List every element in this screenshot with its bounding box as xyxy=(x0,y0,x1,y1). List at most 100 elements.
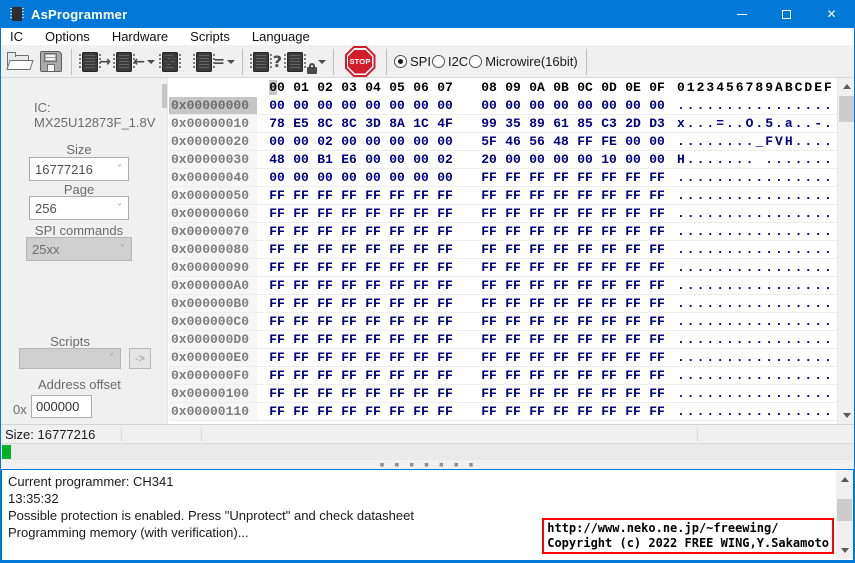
page-combobox[interactable]: 256 ˅ xyxy=(29,196,129,220)
hex-row[interactable]: 0x00000040 00 00 00 00 00 00 00 00 FF FF FF FF FF FF FF… xyxy=(169,169,837,187)
hex-byte-cell[interactable]: FF xyxy=(573,368,597,383)
run-script-button[interactable]: -> xyxy=(129,348,151,369)
hex-byte-cell[interactable]: FF xyxy=(597,224,621,239)
hex-byte-cell[interactable]: FF xyxy=(289,368,313,383)
hex-byte-cell[interactable]: FF xyxy=(645,350,669,365)
hex-byte-cell[interactable]: 00 xyxy=(361,98,385,113)
hex-row[interactable]: 0x000000C0 FF FF FF FF FF FF FF FF FF FF FF FF FF FF FF… xyxy=(169,313,837,331)
hex-byte-cell[interactable]: FF xyxy=(549,332,573,347)
horizontal-splitter[interactable]: ▪ ▪ ▪ ▪ ▪ ▪ ▪ xyxy=(1,460,854,469)
hex-row[interactable]: 0x00000080 FF FF FF FF FF FF FF FF FF FF FF FF FF FF FF… xyxy=(169,241,837,259)
hex-byte-cell[interactable]: FF xyxy=(573,296,597,311)
hex-byte-cell[interactable]: FF xyxy=(525,188,549,203)
hex-byte-cell[interactable]: FF xyxy=(573,314,597,329)
hex-byte-cell[interactable]: 00 xyxy=(549,152,573,167)
hex-byte-cell[interactable]: FF xyxy=(621,188,645,203)
hex-byte-cell[interactable]: 00 xyxy=(289,134,313,149)
hex-byte-cell[interactable]: FF xyxy=(385,350,409,365)
hex-byte-cell[interactable]: FF xyxy=(597,332,621,347)
hex-byte-cell[interactable]: FF xyxy=(621,332,645,347)
hex-byte-cell[interactable]: 00 xyxy=(361,152,385,167)
hex-byte-cell[interactable]: FF xyxy=(265,260,289,275)
hex-byte-cell[interactable]: FF xyxy=(409,278,433,293)
hex-byte-cell[interactable]: FF xyxy=(597,188,621,203)
hex-byte-cell[interactable]: FF xyxy=(313,278,337,293)
hex-byte-cell[interactable]: 02 xyxy=(433,152,457,167)
hex-byte-cell[interactable]: FF xyxy=(433,350,457,365)
hex-byte-cell[interactable]: FF xyxy=(549,224,573,239)
hex-byte-cell[interactable]: FF xyxy=(385,188,409,203)
hex-byte-cell[interactable]: 00 xyxy=(361,170,385,185)
hex-byte-cell[interactable]: 00 xyxy=(477,98,501,113)
hex-byte-cell[interactable]: FF xyxy=(525,368,549,383)
hex-byte-cell[interactable]: FF xyxy=(409,368,433,383)
hex-byte-cell[interactable]: B1 xyxy=(313,152,337,167)
hex-byte-cell[interactable]: 00 xyxy=(409,134,433,149)
hex-byte-cell[interactable]: FF xyxy=(313,188,337,203)
hex-byte-cell[interactable]: FF xyxy=(289,278,313,293)
hex-byte-cell[interactable]: FF xyxy=(573,206,597,221)
hex-byte-cell[interactable]: 00 xyxy=(265,98,289,113)
hex-byte-cell[interactable]: FF xyxy=(433,404,457,419)
hex-byte-cell[interactable]: FF xyxy=(501,332,525,347)
hex-byte-cell[interactable]: FF xyxy=(433,332,457,347)
hex-row[interactable]: 0x000000A0 FF FF FF FF FF FF FF FF FF FF FF FF FF FF FF… xyxy=(169,277,837,295)
hex-byte-cell[interactable]: 00 xyxy=(433,98,457,113)
hex-byte-cell[interactable]: FF xyxy=(501,314,525,329)
hex-byte-cell[interactable]: FF xyxy=(433,314,457,329)
hex-byte-cell[interactable]: FF xyxy=(361,206,385,221)
hex-byte-cell[interactable]: 8C xyxy=(337,116,361,131)
hex-byte-cell[interactable]: FF xyxy=(361,188,385,203)
scrollbar-thumb[interactable] xyxy=(839,96,854,122)
hex-byte-cell[interactable]: FF xyxy=(433,242,457,257)
hex-byte-cell[interactable]: FF xyxy=(265,296,289,311)
hex-byte-cell[interactable]: FF xyxy=(385,386,409,401)
hex-byte-cell[interactable]: FF xyxy=(313,296,337,311)
hex-byte-cell[interactable]: 20 xyxy=(477,152,501,167)
hex-byte-cell[interactable]: FF xyxy=(289,404,313,419)
spi-commands-combobox[interactable]: 25xx ˅ xyxy=(26,237,132,261)
hex-byte-cell[interactable]: FF xyxy=(265,368,289,383)
hex-byte-cell[interactable]: FF xyxy=(361,296,385,311)
hex-byte-cell[interactable]: FF xyxy=(549,260,573,275)
hex-byte-cell[interactable]: FF xyxy=(477,260,501,275)
hex-byte-cell[interactable]: FF xyxy=(361,350,385,365)
unprotect-dropdown-button[interactable] xyxy=(316,48,328,76)
hex-byte-cell[interactable]: FF xyxy=(549,242,573,257)
hex-byte-cell[interactable]: FF xyxy=(361,224,385,239)
menu-item-language[interactable]: Language xyxy=(241,28,321,45)
hex-byte-cell[interactable]: FF xyxy=(409,206,433,221)
hex-byte-cell[interactable]: FF xyxy=(549,278,573,293)
hex-byte-cell[interactable]: 46 xyxy=(501,134,525,149)
hex-row[interactable]: 0x00000000 00 00 00 00 00 00 00 00 00 00 00 00 00 00 00… xyxy=(169,97,837,115)
hex-byte-cell[interactable]: FF xyxy=(409,350,433,365)
detect-chip-button[interactable]: ? xyxy=(248,48,282,76)
hex-byte-cell[interactable]: FF xyxy=(549,170,573,185)
verify-chip-button[interactable]: = xyxy=(191,48,225,76)
hex-byte-cell[interactable]: 00 xyxy=(501,98,525,113)
hex-byte-cell[interactable]: E6 xyxy=(337,152,361,167)
hex-byte-cell[interactable]: FF xyxy=(385,224,409,239)
hex-byte-cell[interactable]: FF xyxy=(313,386,337,401)
hex-byte-cell[interactable]: FF xyxy=(477,314,501,329)
hex-byte-cell[interactable]: FF xyxy=(477,332,501,347)
hex-byte-cell[interactable]: FF xyxy=(501,206,525,221)
hex-byte-cell[interactable]: FF xyxy=(265,188,289,203)
hex-byte-cell[interactable]: FF xyxy=(477,296,501,311)
hex-byte-cell[interactable]: FF xyxy=(265,404,289,419)
hex-byte-cell[interactable]: FF xyxy=(409,260,433,275)
hex-byte-cell[interactable]: 56 xyxy=(525,134,549,149)
hex-byte-cell[interactable]: FF xyxy=(597,404,621,419)
hex-byte-cell[interactable]: 00 xyxy=(409,152,433,167)
hex-byte-cell[interactable]: FF xyxy=(385,206,409,221)
hex-byte-cell[interactable]: FF xyxy=(313,404,337,419)
hex-byte-cell[interactable]: FF xyxy=(501,260,525,275)
hex-row[interactable]: 0x00000050 FF FF FF FF FF FF FF FF FF FF FF FF FF FF FF… xyxy=(169,187,837,205)
hex-byte-cell[interactable]: FF xyxy=(573,134,597,149)
close-button[interactable]: ✕ xyxy=(809,0,854,28)
hex-byte-cell[interactable]: FF xyxy=(409,314,433,329)
hex-byte-cell[interactable]: FF xyxy=(265,332,289,347)
hex-byte-cell[interactable]: FF xyxy=(525,170,549,185)
hex-byte-cell[interactable]: 00 xyxy=(525,98,549,113)
hex-byte-cell[interactable]: 00 xyxy=(573,98,597,113)
